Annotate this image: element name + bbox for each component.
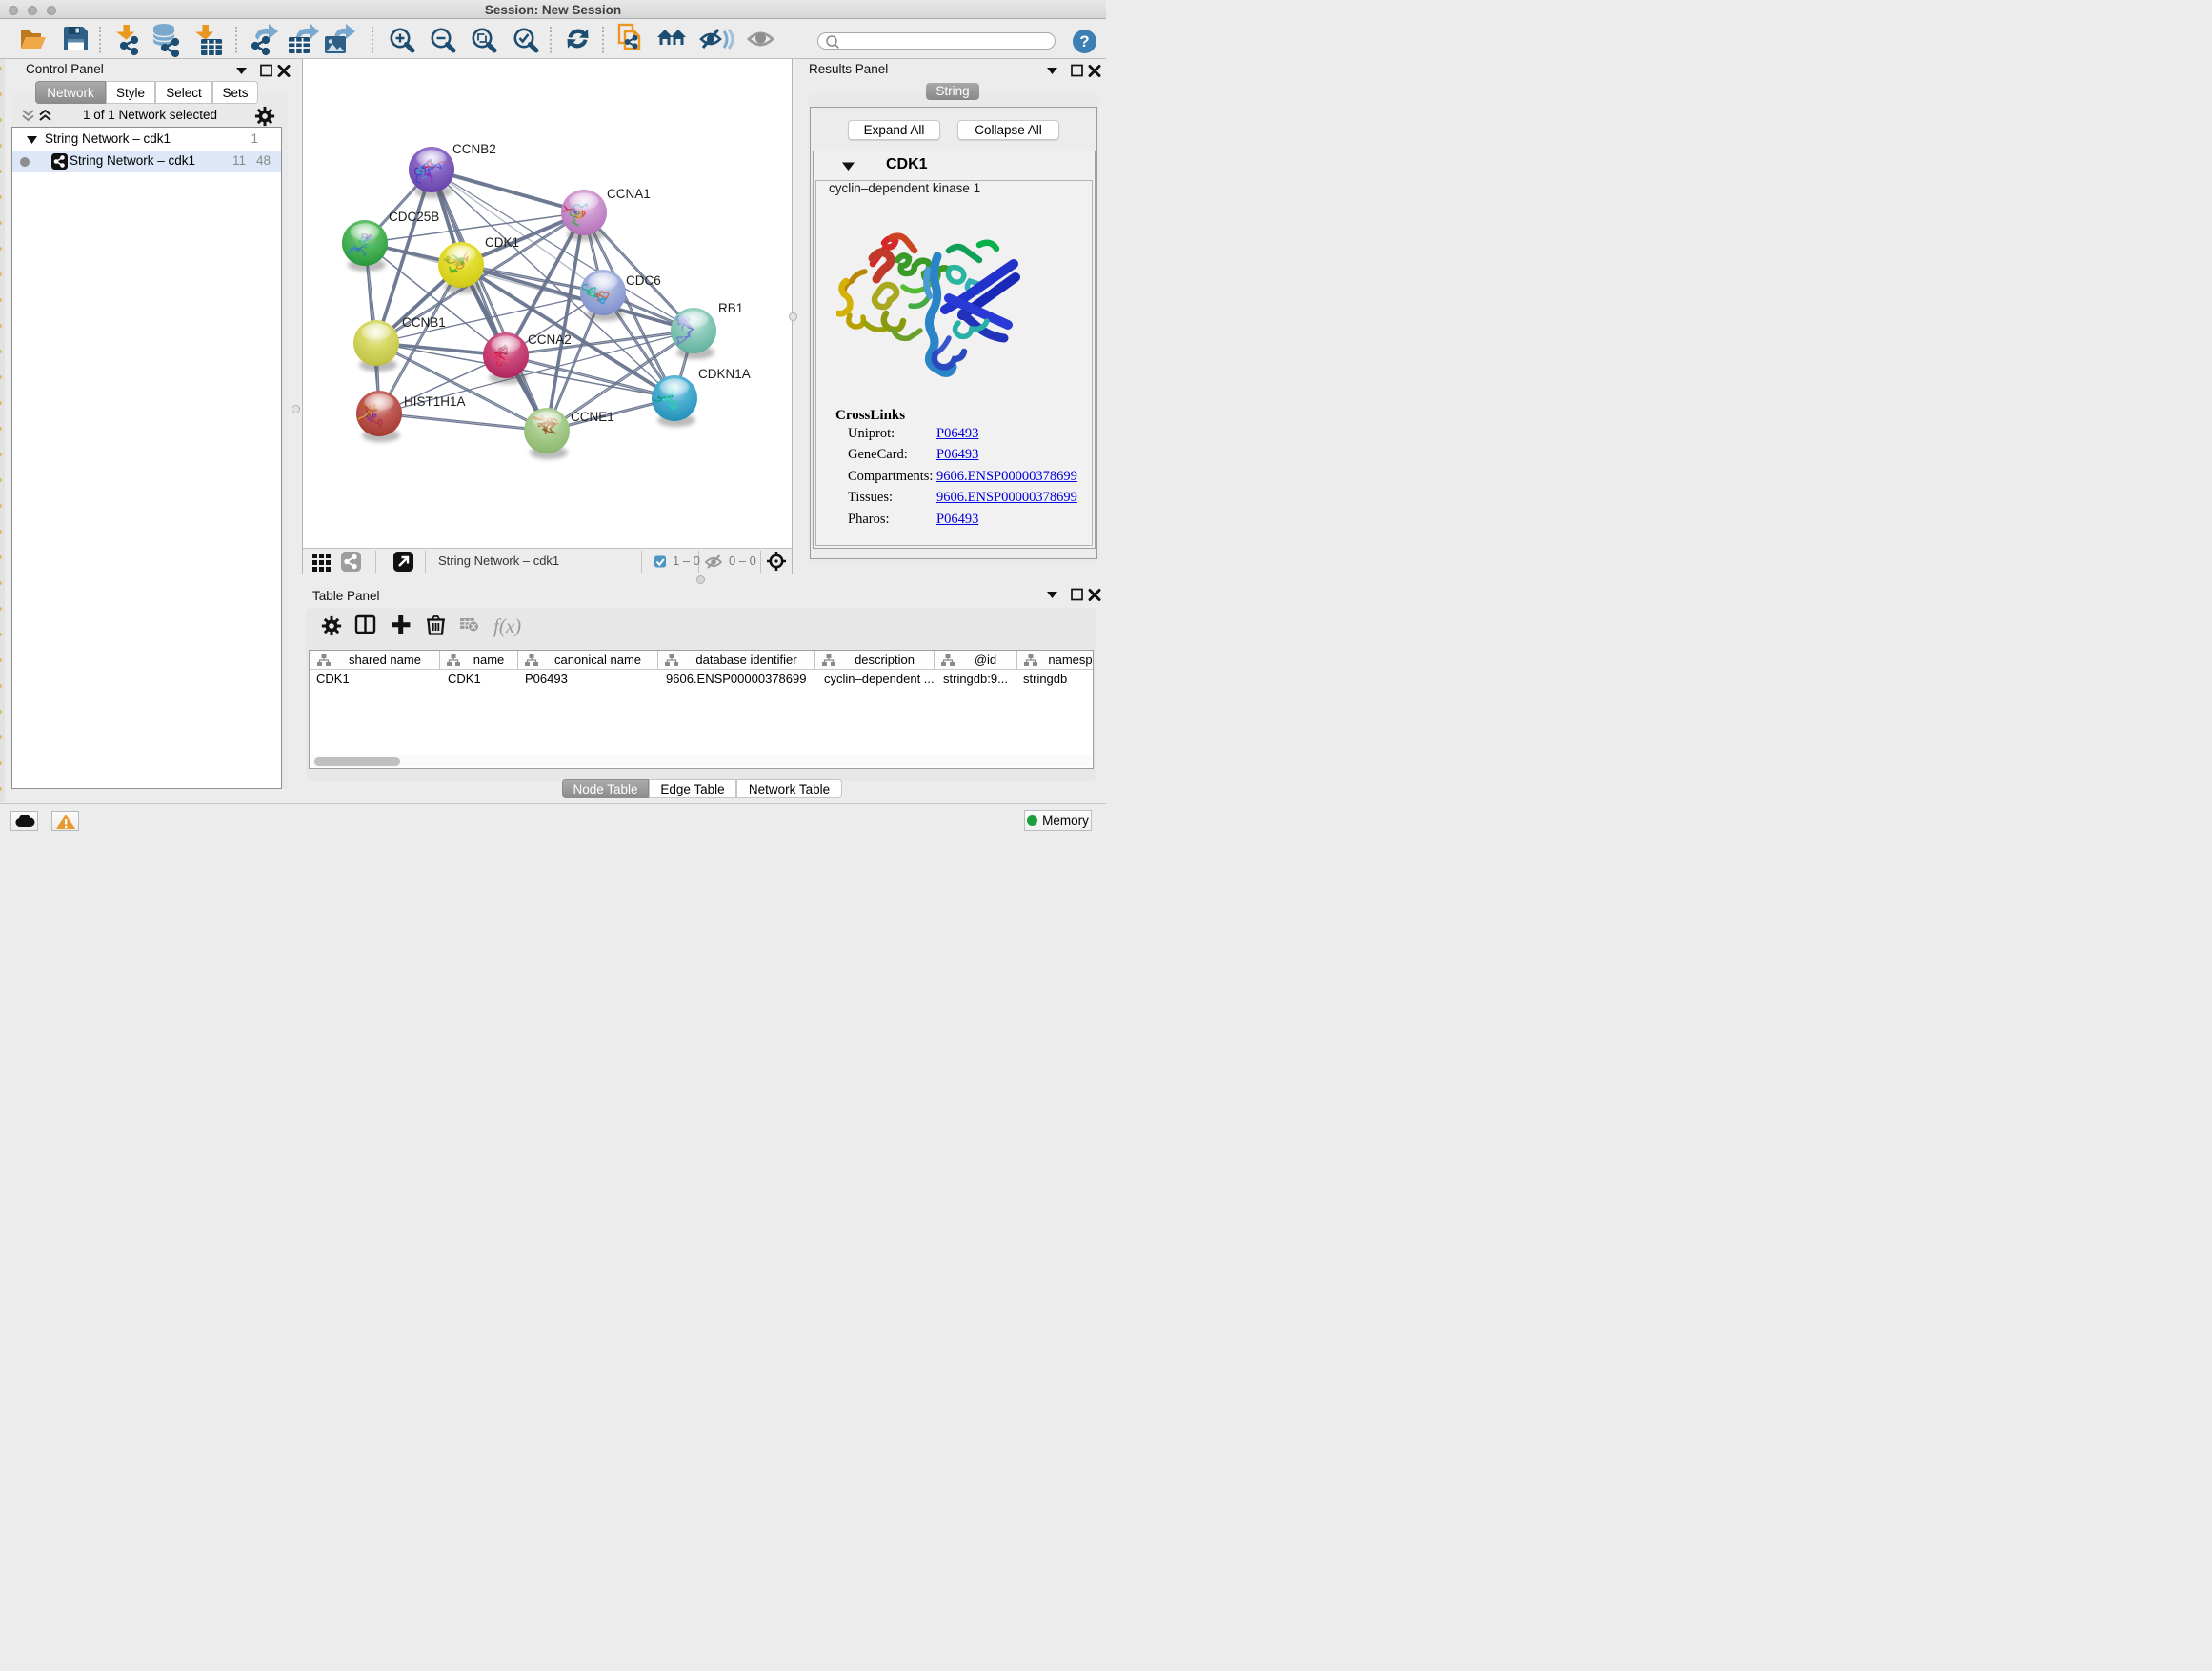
svg-text:CCNA2: CCNA2 <box>528 332 572 347</box>
svg-text:f(x): f(x) <box>493 614 521 637</box>
svg-text:RB1: RB1 <box>718 301 743 315</box>
svg-text:CDK1: CDK1 <box>485 235 519 250</box>
svg-text:CDKN1A: CDKN1A <box>698 367 751 381</box>
svg-text:CCNE1: CCNE1 <box>571 410 614 424</box>
svg-text:CCNB1: CCNB1 <box>402 315 446 330</box>
svg-text:CDC6: CDC6 <box>626 273 661 288</box>
svg-text:CDC25B: CDC25B <box>389 210 439 224</box>
svg-text:CCNA1: CCNA1 <box>607 187 651 201</box>
svg-text:HIST1H1A: HIST1H1A <box>404 394 466 409</box>
svg-text:CCNB2: CCNB2 <box>452 142 496 156</box>
